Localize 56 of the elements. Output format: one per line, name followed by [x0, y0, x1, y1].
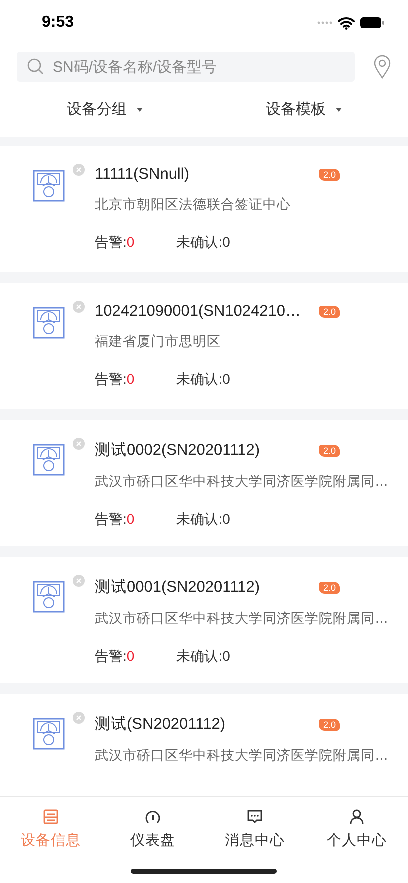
search-icon	[27, 58, 44, 75]
device-address: 武汉市硚口区华中科技大学同济医学院附属同…	[95, 610, 390, 628]
device-card[interactable]: 102421090001(SN1024210… 2.0 福建省厦门市思明区 告警:0 未确认:0	[0, 283, 408, 409]
search-field[interactable]: SN码/设备名称/设备型号	[17, 52, 355, 82]
version-badge: 2.0	[319, 169, 340, 181]
device-list-icon	[43, 809, 59, 825]
filter-dropdown[interactable]: 设备分组	[67, 100, 143, 119]
alarm-count: 告警:0	[95, 371, 135, 389]
version-badge: 2.0	[319, 306, 340, 318]
device-title: 测试0002(SN20201112)	[95, 441, 260, 461]
battery-icon	[360, 17, 385, 29]
close-icon[interactable]	[73, 164, 85, 176]
device-card[interactable]: 测试0001(SN20201112) 2.0 武汉市硚口区华中科技大学同济医学院附属同… 告警:0 未确认:0	[0, 557, 408, 683]
device-card[interactable]: 测试0002(SN20201112) 2.0 武汉市硚口区华中科技大学同济医学院附属同… 告警:0 未确认:0	[0, 420, 408, 546]
device-address: 武汉市硚口区华中科技大学同济医学院附属同…	[95, 747, 390, 765]
device-title: 测试0001(SN20201112)	[95, 578, 260, 598]
unconfirmed-count: 未确认:0	[176, 234, 230, 252]
meter-device-icon	[33, 307, 65, 339]
close-icon[interactable]	[73, 712, 85, 724]
meter-device-icon	[33, 581, 65, 613]
device-card[interactable]: 测试(SN20201112) 2.0 武汉市硚口区华中科技大学同济医学院附属同…	[0, 694, 408, 796]
alarm-count: 告警:0	[95, 234, 135, 252]
device-card[interactable]: 11111(SNnull) 2.0 北京市朝阳区法德联合签证中心 告警:0 未确认:0	[0, 146, 408, 272]
unconfirmed-count: 未确认:0	[176, 371, 230, 389]
close-icon[interactable]	[73, 575, 85, 587]
device-address: 武汉市硚口区华中科技大学同济医学院附属同…	[95, 473, 390, 491]
device-title: 102421090001(SN1024210…	[95, 303, 301, 321]
alarm-count: 告警:0	[95, 648, 135, 666]
caret-icon	[336, 108, 342, 112]
signal-dots-icon	[317, 21, 333, 25]
wifi-icon	[338, 16, 355, 30]
meter-device-icon	[33, 718, 65, 750]
device-address: 北京市朝阳区法德联合签证中心	[95, 196, 292, 214]
location-pin-icon[interactable]	[374, 55, 391, 79]
filter-dropdown[interactable]: 设备模板	[266, 100, 342, 119]
meter-device-icon	[33, 170, 65, 202]
device-title: 11111(SNnull)	[95, 166, 190, 184]
close-icon[interactable]	[73, 438, 85, 450]
gauge-icon	[145, 809, 161, 825]
tab-bar-item[interactable]: 个人中心	[306, 809, 408, 850]
device-address: 福建省厦门市思明区	[95, 333, 222, 351]
status-time: 9:53	[42, 14, 74, 32]
meter-device-icon	[33, 444, 65, 476]
caret-icon	[137, 108, 143, 112]
alarm-count: 告警:0	[95, 511, 135, 529]
close-icon[interactable]	[73, 301, 85, 313]
unconfirmed-count: 未确认:0	[176, 511, 230, 529]
tab-bar-item[interactable]: 消息中心	[204, 809, 306, 850]
tab-bar-item[interactable]: 仪表盘	[102, 809, 204, 850]
version-badge: 2.0	[319, 444, 340, 456]
version-badge: 2.0	[319, 582, 340, 594]
unconfirmed-count: 未确认:0	[176, 648, 230, 666]
version-badge: 2.0	[319, 718, 340, 730]
person-icon	[349, 809, 365, 825]
message-icon	[247, 809, 263, 825]
device-title: 测试(SN20201112)	[95, 715, 226, 735]
